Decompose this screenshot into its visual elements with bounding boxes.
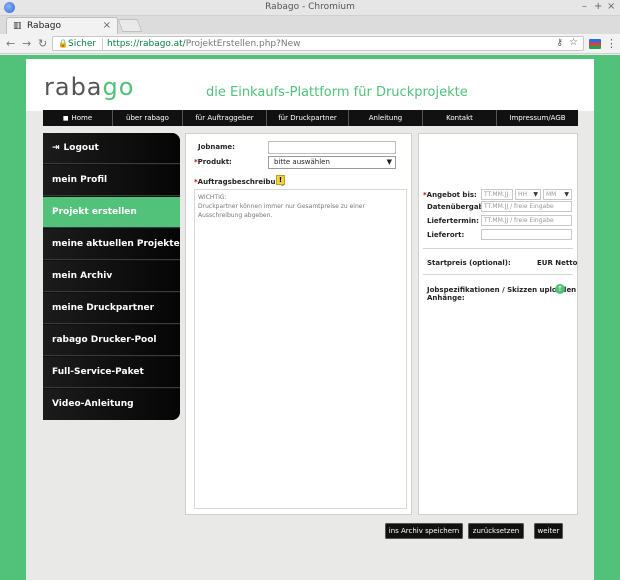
maximize-icon[interactable]: + bbox=[594, 1, 602, 12]
site-header: rabago die Einkaufs-Plattform für Druckp… bbox=[26, 59, 594, 111]
liefertermin-label: Liefertermin: bbox=[427, 217, 479, 225]
browser-toolbar: ← → ↻ 🔒 Sicher https://rabago.at/Projekt… bbox=[0, 34, 620, 54]
sidebar-item-label: Logout bbox=[63, 143, 99, 153]
description-hint-title: WICHTIG: bbox=[198, 194, 227, 201]
product-select-value: bitte auswählen bbox=[274, 158, 330, 166]
reset-button[interactable]: zurücksetzen bbox=[468, 523, 524, 539]
nav-kontakt[interactable]: Kontakt bbox=[423, 110, 497, 126]
angebot-minute-select[interactable]: MM ▼ bbox=[543, 189, 572, 200]
angebot-date-input[interactable]: TT.MM.JJ bbox=[481, 189, 513, 200]
window-title: Rabago - Chromium bbox=[265, 2, 355, 12]
upload-label[interactable]: Jobspezifikationen / Skizzen uploaden bbox=[427, 286, 576, 294]
schedule-panel: *Angebot bis: TT.MM.JJ HH ▼ MM ▼ Datenüber… bbox=[418, 133, 578, 515]
forward-icon[interactable]: → bbox=[22, 37, 31, 50]
sidebar-item-mein-profil[interactable]: mein Profil bbox=[43, 165, 180, 196]
menu-icon[interactable]: ⋮ bbox=[606, 37, 617, 50]
minute-value: MM bbox=[546, 191, 557, 198]
description-label: Auftragsbeschreibung bbox=[197, 178, 286, 186]
lieferort-input[interactable] bbox=[481, 229, 572, 240]
tab-strip: ▥ Rabago × bbox=[0, 16, 620, 34]
product-label: Produkt: bbox=[197, 158, 232, 166]
description-label-wrap: *Auftragsbeschreibung bbox=[194, 178, 285, 186]
jobname-input[interactable] bbox=[268, 141, 396, 154]
nav-anleitung[interactable]: Anleitung bbox=[349, 110, 423, 126]
window-titlebar: Rabago - Chromium – + × bbox=[0, 0, 620, 16]
nav-fuer-druckpartner[interactable]: für Druckpartner bbox=[267, 110, 349, 126]
browser-tab[interactable]: ▥ Rabago × bbox=[6, 17, 118, 34]
url-path: ProjektErstellen.php?New bbox=[185, 39, 301, 49]
main-nav: ■ Home über rabago für Auftraggeber für D… bbox=[43, 110, 578, 126]
reload-icon[interactable]: ↻ bbox=[38, 37, 47, 50]
nav-fuer-auftraggeber[interactable]: für Auftraggeber bbox=[183, 110, 267, 126]
sidebar-item-video-anleitung[interactable]: Video-Anleitung bbox=[43, 389, 180, 420]
bookmark-star-icon[interactable]: ☆ bbox=[569, 37, 578, 48]
sidebar-item-full-service[interactable]: Full-Service-Paket bbox=[43, 357, 180, 388]
anhaenge-label: Anhänge: bbox=[427, 294, 465, 302]
nav-home-label: Home bbox=[71, 114, 93, 122]
jobname-label: Jobname: bbox=[198, 143, 235, 151]
url-text: https://rabago.at/ProjektErstellen.php?N… bbox=[107, 39, 301, 49]
tab-title: Rabago bbox=[27, 21, 62, 31]
chevron-down-icon: ▼ bbox=[533, 191, 538, 198]
minimize-icon[interactable]: – bbox=[582, 1, 587, 12]
address-separator bbox=[102, 38, 103, 50]
angebot-label-wrap: *Angebot bis: bbox=[423, 191, 477, 199]
logo-accent: go bbox=[102, 73, 135, 101]
datenuebergabe-input[interactable]: TT.MM.JJ / freie Eingabe bbox=[481, 201, 572, 212]
angebot-label: Angebot bis: bbox=[426, 191, 477, 199]
site-container: rabago die Einkaufs-Plattform für Druckp… bbox=[26, 55, 594, 580]
logo-prefix: raba bbox=[44, 73, 103, 101]
upload-icon[interactable]: ↑ bbox=[555, 284, 565, 294]
divider bbox=[423, 248, 573, 249]
description-hint-text: Druckpartner können immer nur Gesamtprei… bbox=[198, 203, 365, 219]
address-bar[interactable]: 🔒 Sicher https://rabago.at/ProjektErstel… bbox=[52, 36, 584, 51]
product-select[interactable]: bitte auswählen ▼ bbox=[268, 156, 396, 169]
back-icon[interactable]: ← bbox=[6, 37, 15, 50]
close-window-icon[interactable]: × bbox=[607, 1, 615, 12]
sidebar: ⇥ Logout mein Profil Projekt erstellen me… bbox=[43, 133, 180, 420]
sidebar-item-projekt-erstellen[interactable]: Projekt erstellen bbox=[43, 197, 180, 228]
product-label-wrap: *Produkt: bbox=[194, 158, 232, 166]
secure-label: Sicher bbox=[68, 39, 97, 49]
site-logo[interactable]: rabago bbox=[44, 73, 134, 101]
sidebar-item-aktuelle-projekte[interactable]: meine aktuellen Projekte bbox=[43, 229, 180, 260]
tab-close-icon[interactable]: × bbox=[103, 20, 111, 31]
page-background: rabago die Einkaufs-Plattform für Druckp… bbox=[0, 55, 620, 580]
sidebar-item-mein-archiv[interactable]: mein Archiv bbox=[43, 261, 180, 292]
sidebar-item-drucker-pool[interactable]: rabago Drucker-Pool bbox=[43, 325, 180, 356]
description-textarea[interactable]: WICHTIG: Druckpartner können immer nur G… bbox=[194, 189, 407, 509]
startpreis-unit: EUR Netto bbox=[537, 259, 578, 267]
logout-icon: ⇥ bbox=[52, 143, 60, 153]
hour-value: HH bbox=[518, 191, 528, 198]
extension-flag-icon[interactable] bbox=[589, 39, 601, 49]
liefertermin-input[interactable]: TT.MM.JJ / freie Eingabe bbox=[481, 215, 572, 226]
lieferort-label: Lieferort: bbox=[427, 231, 465, 239]
chevron-down-icon: ▼ bbox=[564, 191, 569, 198]
url-host: https://rabago.at/ bbox=[107, 39, 186, 49]
key-icon[interactable]: ⚷ bbox=[556, 38, 563, 48]
new-tab-button[interactable] bbox=[117, 19, 143, 32]
home-icon: ■ bbox=[62, 115, 69, 122]
chevron-down-icon: ▼ bbox=[386, 158, 392, 166]
lock-icon: 🔒 bbox=[58, 39, 68, 48]
site-tagline: die Einkaufs-Plattform für Druckprojekte bbox=[206, 85, 468, 100]
favicon-icon: ▥ bbox=[13, 21, 22, 31]
nav-impressum-agb[interactable]: Impressum/AGB bbox=[497, 110, 578, 126]
angebot-hour-select[interactable]: HH ▼ bbox=[515, 189, 541, 200]
nav-ueber-rabago[interactable]: über rabago bbox=[113, 110, 183, 126]
next-button[interactable]: weiter bbox=[534, 523, 563, 539]
divider bbox=[423, 274, 573, 275]
startpreis-label: Startpreis (optional): bbox=[427, 259, 511, 267]
info-icon[interactable]: ! bbox=[276, 175, 285, 185]
sidebar-item-logout[interactable]: ⇥ Logout bbox=[43, 133, 180, 164]
nav-home[interactable]: ■ Home bbox=[43, 110, 113, 126]
save-to-archive-button[interactable]: ins Archiv speichern bbox=[385, 523, 463, 539]
sidebar-item-druckpartner[interactable]: meine Druckpartner bbox=[43, 293, 180, 324]
form-panel: Jobname: *Produkt: bitte auswählen ▼ *Auf… bbox=[185, 133, 412, 515]
